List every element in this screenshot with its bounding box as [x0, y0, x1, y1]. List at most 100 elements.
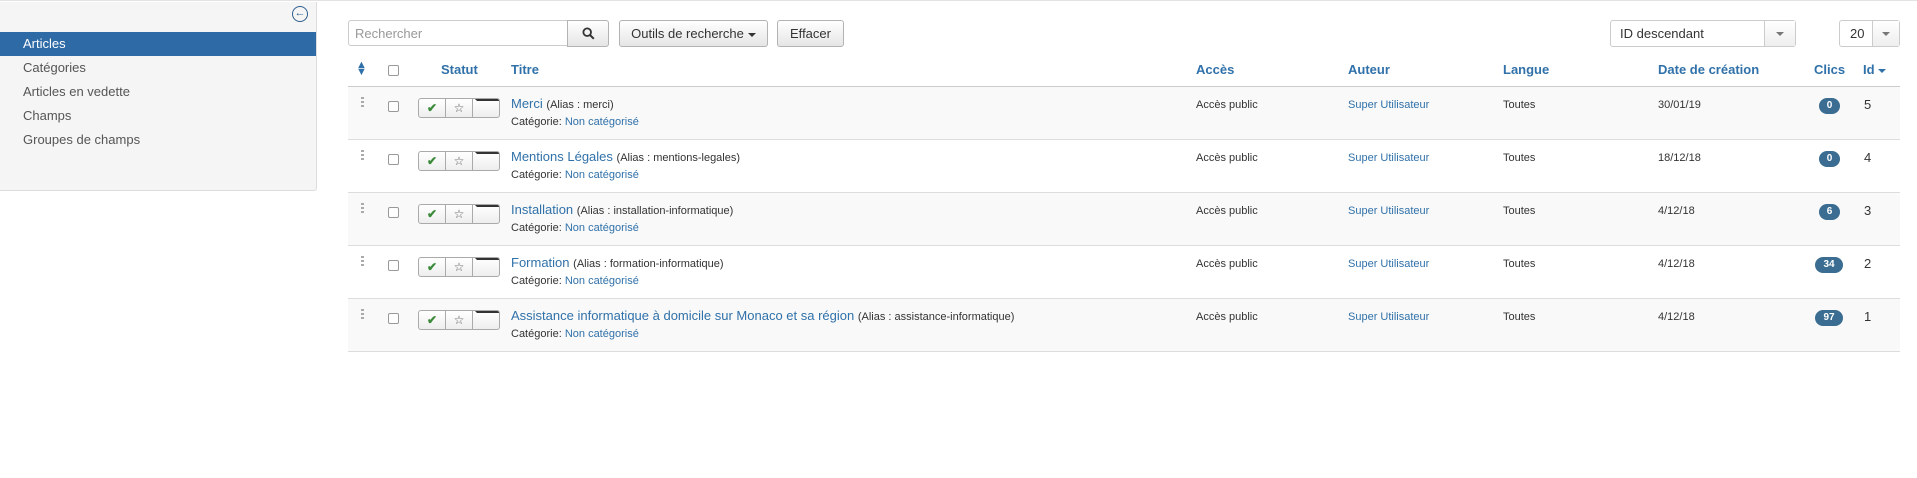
ordering-dropdown-toggle[interactable]: [1764, 21, 1795, 46]
category-link[interactable]: Non catégorisé: [565, 328, 639, 340]
published-check-icon[interactable]: ✔: [419, 152, 446, 170]
row-checkbox[interactable]: [388, 313, 399, 324]
row-checkbox[interactable]: [388, 154, 399, 165]
published-check-icon[interactable]: ✔: [419, 205, 446, 223]
ordering-select[interactable]: ID descendant: [1610, 20, 1796, 47]
table-row: ✔ ☆ Assistance informatique à domicile s…: [348, 299, 1900, 352]
actions-dropdown-toggle[interactable]: [473, 258, 499, 276]
article-title-link[interactable]: Merci: [511, 96, 543, 111]
caret-down-icon: [747, 32, 756, 37]
actions-dropdown-toggle[interactable]: [473, 152, 499, 170]
category-link[interactable]: Non catégorisé: [565, 222, 639, 234]
article-author-link[interactable]: Super Utilisateur: [1348, 205, 1429, 217]
article-title-link[interactable]: Installation: [511, 202, 573, 217]
status-button-group: ✔ ☆: [418, 310, 500, 330]
article-category: Catégorie: Non catégorisé: [511, 116, 639, 128]
actions-dropdown-toggle[interactable]: [473, 99, 499, 117]
article-author-link[interactable]: Super Utilisateur: [1348, 311, 1429, 323]
article-title: Installation (Alias : installation-infor…: [511, 202, 733, 217]
drag-handle-icon[interactable]: [361, 97, 364, 109]
header-id[interactable]: Id: [1863, 62, 1886, 77]
article-category: Catégorie: Non catégorisé: [511, 328, 639, 340]
featured-star-icon[interactable]: ☆: [446, 99, 473, 117]
published-check-icon[interactable]: ✔: [419, 258, 446, 276]
header-language[interactable]: Langue: [1503, 62, 1549, 77]
caret-down-icon: [1776, 32, 1784, 36]
article-title: Merci (Alias : merci): [511, 96, 614, 111]
sidebar-item-articles[interactable]: Articles: [0, 32, 316, 56]
article-id: 2: [1864, 256, 1872, 271]
published-check-icon[interactable]: ✔: [419, 99, 446, 117]
article-access: Accès public: [1196, 99, 1258, 111]
actions-dropdown-toggle[interactable]: [473, 311, 499, 329]
featured-star-icon[interactable]: ☆: [446, 258, 473, 276]
arrow-circle-left-icon[interactable]: ←: [292, 6, 308, 22]
search-tools-button[interactable]: Outils de recherche: [619, 20, 768, 47]
drag-handle-icon[interactable]: [361, 150, 364, 162]
header-author[interactable]: Auteur: [1348, 62, 1390, 77]
article-category: Catégorie: Non catégorisé: [511, 169, 639, 181]
header-access[interactable]: Accès: [1196, 62, 1234, 77]
sort-order-icon[interactable]: ▲ ▼: [356, 60, 367, 78]
article-created-date: 4/12/18: [1658, 258, 1695, 270]
article-access: Accès public: [1196, 152, 1258, 164]
article-language: Toutes: [1503, 152, 1536, 164]
article-title-link[interactable]: Formation: [511, 255, 570, 270]
article-alias: (Alias : mentions-legales): [616, 152, 741, 164]
limit-dropdown-toggle[interactable]: [1872, 21, 1899, 46]
header-status[interactable]: Statut: [441, 62, 478, 77]
ordering-value: ID descendant: [1620, 26, 1704, 41]
sidebar-menu: Articles Catégories Articles en vedette …: [0, 32, 316, 152]
category-link[interactable]: Non catégorisé: [565, 116, 639, 128]
search-tools-label: Outils de recherche: [631, 26, 744, 41]
header-title[interactable]: Titre: [511, 62, 539, 77]
article-title: Mentions Légales (Alias : mentions-legal…: [511, 149, 740, 164]
article-alias: (Alias : assistance-informatique): [857, 311, 1015, 323]
category-link[interactable]: Non catégorisé: [565, 169, 639, 181]
article-author-link[interactable]: Super Utilisateur: [1348, 99, 1429, 111]
status-button-group: ✔ ☆: [418, 98, 500, 118]
drag-handle-icon[interactable]: [361, 203, 364, 215]
header-id-label: Id: [1863, 62, 1875, 77]
article-alias: (Alias : formation-informatique): [573, 258, 724, 270]
articles-table: ▲ ▼ Statut Titre Accès Auteur Langue Date…: [348, 53, 1900, 352]
clear-button[interactable]: Effacer: [777, 20, 844, 47]
sidebar-item-featured[interactable]: Articles en vedette: [0, 80, 316, 104]
article-id: 3: [1864, 203, 1872, 218]
search-button[interactable]: [567, 20, 609, 47]
article-author-link[interactable]: Super Utilisateur: [1348, 152, 1429, 164]
article-author-link[interactable]: Super Utilisateur: [1348, 258, 1429, 270]
row-checkbox[interactable]: [388, 101, 399, 112]
sidebar-item-fields[interactable]: Champs: [0, 104, 316, 128]
article-title: Assistance informatique à domicile sur M…: [511, 308, 1014, 323]
featured-star-icon[interactable]: ☆: [446, 311, 473, 329]
actions-dropdown-toggle[interactable]: [473, 205, 499, 223]
featured-star-icon[interactable]: ☆: [446, 205, 473, 223]
article-title-link[interactable]: Mentions Légales: [511, 149, 613, 164]
category-prefix: Catégorie:: [511, 222, 562, 234]
category-prefix: Catégorie:: [511, 116, 562, 128]
row-checkbox[interactable]: [388, 207, 399, 218]
sidebar-item-categories[interactable]: Catégories: [0, 56, 316, 80]
limit-select[interactable]: 20: [1839, 20, 1900, 47]
featured-star-icon[interactable]: ☆: [446, 152, 473, 170]
header-created[interactable]: Date de création: [1658, 62, 1759, 77]
published-check-icon[interactable]: ✔: [419, 311, 446, 329]
category-link[interactable]: Non catégorisé: [565, 275, 639, 287]
row-checkbox[interactable]: [388, 260, 399, 271]
table-row: ✔ ☆ Formation (Alias : formation-informa…: [348, 246, 1900, 299]
article-language: Toutes: [1503, 258, 1536, 270]
article-created-date: 30/01/19: [1658, 99, 1701, 111]
search-input[interactable]: [348, 20, 567, 46]
header-hits[interactable]: Clics: [1814, 62, 1845, 77]
drag-handle-icon[interactable]: [361, 309, 364, 321]
article-title-link[interactable]: Assistance informatique à domicile sur M…: [511, 308, 854, 323]
drag-handle-icon[interactable]: [361, 256, 364, 268]
search-icon: [581, 27, 595, 40]
select-all-checkbox[interactable]: [388, 65, 399, 76]
hits-badge: 97: [1815, 310, 1843, 326]
sidebar-item-field-groups[interactable]: Groupes de champs: [0, 128, 316, 152]
caret-down-icon: [1882, 32, 1890, 36]
status-button-group: ✔ ☆: [418, 257, 500, 277]
article-title: Formation (Alias : formation-informatiqu…: [511, 255, 724, 270]
